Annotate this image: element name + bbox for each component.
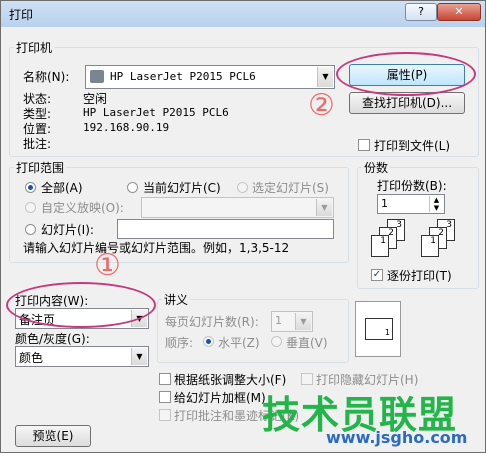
annotation-marker-1: ① [94,248,121,283]
range-custom-label: 自定义放映(O): [41,201,124,215]
help-button[interactable]: ? [405,3,437,21]
per-page-select[interactable]: 1 ▼ [271,311,313,332]
printer-icon [90,70,104,83]
order-vertical-label: 垂直(V) [286,336,328,350]
per-page-value: 1 [275,314,282,327]
custom-show-select[interactable]: ▼ [141,197,334,218]
range-slides-label: 幻灯片(I): [41,223,94,237]
printer-select-value: HP LaserJet P2015 PCL6 [110,70,256,83]
range-hint: 请输入幻灯片编号或幻灯片范围。例如，1,3,5-12 [23,241,290,255]
printer-name-label: 名称(N): [23,70,70,84]
range-all-radio[interactable] [25,182,36,193]
range-all-label: 全部(A) [41,181,83,195]
order-horizontal-radio[interactable] [203,336,214,347]
frame-slides-label: 给幻灯片加框(M) [174,391,266,405]
range-slides-radio[interactable] [25,224,36,235]
collate-stack-1: 3 2 1 [371,219,415,259]
range-selection-label: 选定幻灯片(S) [252,181,329,195]
per-page-label: 每页幻灯片数(R): [165,315,259,329]
comments-checkbox[interactable] [159,409,171,421]
copies-count-label: 打印份数(B): [377,179,447,193]
range-custom-radio[interactable] [25,202,36,213]
color-select[interactable]: 颜色 ▼ [15,346,149,367]
slides-input[interactable] [117,219,334,239]
range-selection-radio[interactable] [237,182,248,193]
chevron-down-icon: ▼ [131,348,147,365]
order-label: 顺序: [165,336,194,350]
color-value: 颜色 [19,351,44,365]
collate-label: 逐份打印(T) [387,269,452,283]
chevron-down-icon: ▼ [317,67,333,87]
status-value: 空闲 [83,92,108,106]
printer-group-label: 打印机 [16,41,53,55]
frame-slides-checkbox[interactable] [159,391,171,403]
handouts-group-label: 讲义 [164,293,189,307]
print-to-file-label: 打印到文件(L) [374,139,451,153]
copies-group-label: 份数 [364,161,389,175]
handout-preview: 1 [355,301,401,357]
type-value: HP LaserJet P2015 PCL6 [83,106,229,119]
annotation-ellipse-print-what [6,282,156,328]
location-value: 192.168.90.19 [83,121,170,134]
comment-label: 批注: [23,137,52,151]
preview-button[interactable]: 预览(E) [15,425,91,447]
copies-count-input[interactable]: 1 ▲ ▼ [377,194,445,214]
chevron-down-icon: ▼ [316,199,332,216]
close-button[interactable]: ✕ [437,3,481,21]
annotation-marker-2: ② [308,88,335,123]
title-bar: 打印 ? ✕ [1,1,485,27]
range-current-radio[interactable] [127,182,138,193]
collate-checkbox[interactable]: ✓ [371,269,383,281]
color-label: 颜色/灰度(G): [15,332,90,346]
watermark-url: www.jsgho.com [326,428,468,447]
preview-slide: 1 [365,318,393,340]
page-icon: 1 [421,235,439,257]
spinner-icon[interactable]: ▲ ▼ [429,196,443,212]
fit-paper-checkbox[interactable] [159,373,171,385]
copies-count-value: 1 [381,197,388,210]
order-vertical-radio[interactable] [271,336,282,347]
chevron-down-icon: ▼ [295,313,311,330]
print-range-label: 打印范围 [16,161,65,175]
window-title: 打印 [9,8,34,22]
order-horizontal-label: 水平(Z) [218,336,260,350]
printer-select[interactable]: HP LaserJet P2015 PCL6 ▼ [85,65,335,89]
annotation-ellipse-properties [336,52,476,96]
page-icon: 1 [371,235,389,257]
collate-stack-2: 3 2 1 [421,219,465,259]
range-current-label: 当前幻灯片(C) [143,181,221,195]
print-to-file-checkbox[interactable] [358,139,370,151]
